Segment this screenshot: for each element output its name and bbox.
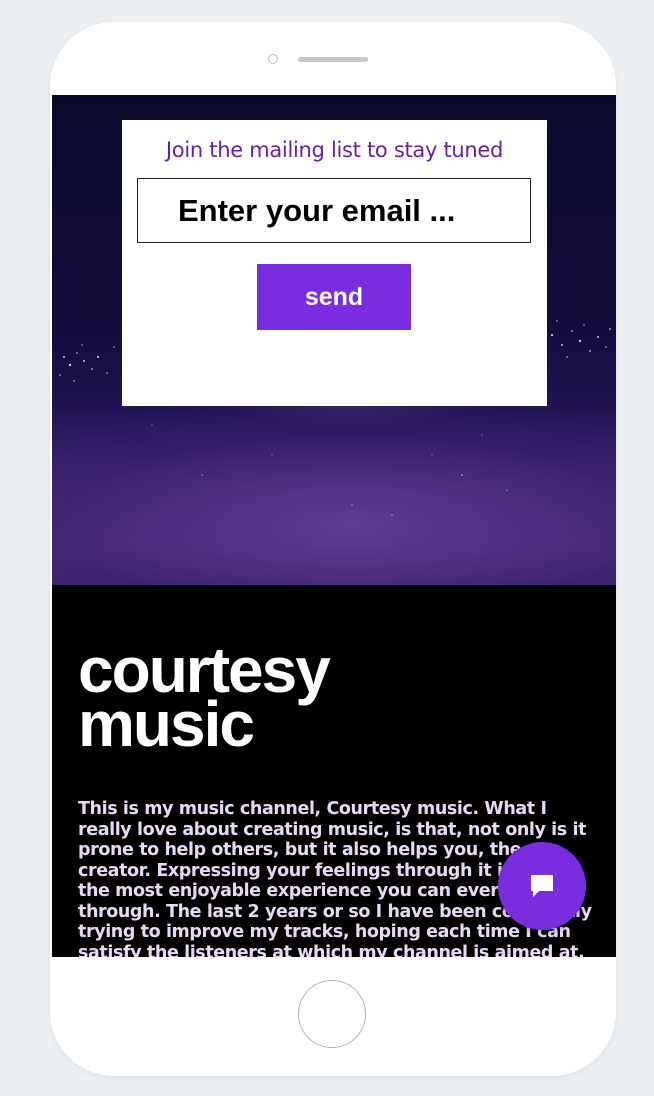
mailing-list-card: Join the mailing list to stay tuned send xyxy=(122,120,547,406)
chat-button[interactable] xyxy=(498,842,586,930)
phone-screen: Join the mailing list to stay tuned send… xyxy=(52,95,616,957)
hero-night-sky: Join the mailing list to stay tuned send xyxy=(52,95,616,585)
speaker-slot xyxy=(298,57,368,62)
chat-bubble-icon xyxy=(531,875,553,897)
camera-icon xyxy=(268,54,278,64)
send-button[interactable]: send xyxy=(257,264,411,330)
page-title: courtesy music xyxy=(78,638,331,756)
email-field[interactable] xyxy=(137,178,531,243)
home-button[interactable] xyxy=(298,980,366,1048)
mailing-list-heading: Join the mailing list to stay tuned xyxy=(165,138,504,162)
title-line-2: music xyxy=(78,688,255,760)
